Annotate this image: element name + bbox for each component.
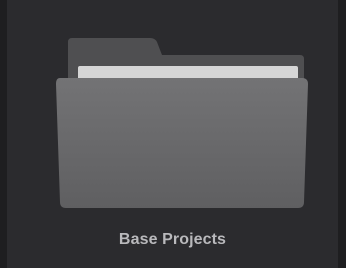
folder-icon bbox=[52, 38, 310, 210]
folder-front-shape bbox=[56, 78, 308, 208]
project-tile-base-projects[interactable]: Base Projects bbox=[7, 0, 338, 268]
project-tile-label: Base Projects bbox=[118, 231, 227, 248]
